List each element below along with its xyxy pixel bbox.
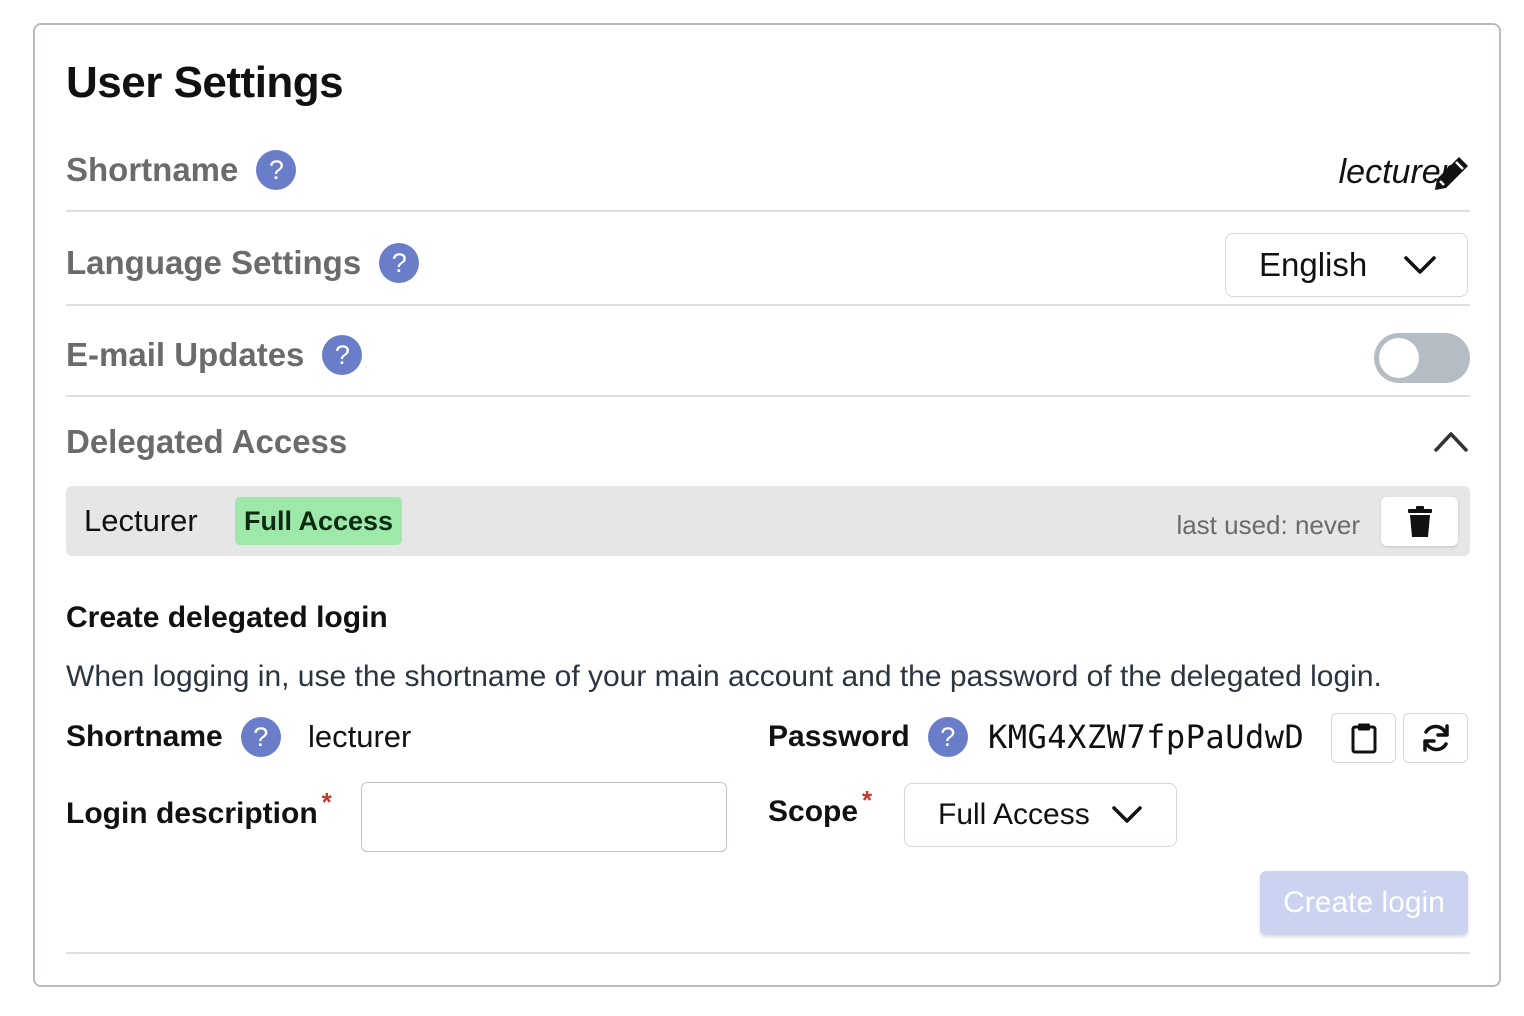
delegated-access-label: Delegated Access bbox=[66, 423, 348, 460]
shortname-label: Shortname bbox=[66, 151, 239, 188]
language-row-label: Language Settings ? bbox=[66, 243, 420, 283]
divider bbox=[66, 304, 1470, 306]
last-used-text: last used: never bbox=[1176, 510, 1360, 540]
email-updates-toggle[interactable] bbox=[1374, 333, 1470, 383]
scope-label: Scope bbox=[768, 795, 859, 828]
form-password-label: Password bbox=[768, 720, 910, 753]
shortname-row-label: Shortname ? bbox=[66, 150, 297, 190]
create-login-title: Create delegated login bbox=[66, 601, 388, 634]
language-selected-value: English bbox=[1259, 246, 1368, 283]
page-title: User Settings bbox=[66, 58, 344, 107]
trash-icon bbox=[1407, 505, 1432, 537]
language-select[interactable]: English bbox=[1225, 233, 1468, 297]
chevron-down-icon bbox=[1112, 806, 1142, 823]
clipboard-icon bbox=[1351, 723, 1376, 754]
login-description-label-group: Login description * bbox=[66, 787, 332, 831]
required-mark: * bbox=[321, 786, 332, 817]
delegated-login-name: Lecturer bbox=[84, 503, 198, 538]
login-description-input[interactable] bbox=[361, 782, 727, 852]
pencil-icon[interactable] bbox=[1432, 153, 1472, 193]
email-updates-label: E-mail Updates bbox=[66, 336, 305, 373]
divider bbox=[66, 395, 1470, 397]
language-settings-label: Language Settings bbox=[66, 244, 362, 281]
login-description-label: Login description bbox=[66, 797, 318, 830]
form-shortname-label-group: Shortname ? bbox=[66, 717, 281, 757]
generated-password: KMG4XZW7fpPaUdwD bbox=[988, 718, 1305, 756]
create-login-description: When logging in, use the shortname of yo… bbox=[66, 660, 1382, 693]
question-icon[interactable]: ? bbox=[240, 717, 281, 757]
scope-selected-value: Full Access bbox=[938, 798, 1090, 831]
refresh-icon bbox=[1422, 724, 1449, 752]
question-icon[interactable]: ? bbox=[322, 335, 363, 375]
toggle-knob bbox=[1379, 338, 1419, 378]
chevron-down-icon bbox=[1404, 256, 1436, 274]
email-updates-row-label: E-mail Updates ? bbox=[66, 335, 363, 375]
copy-password-button[interactable] bbox=[1331, 713, 1396, 763]
question-icon[interactable]: ? bbox=[927, 717, 968, 757]
create-login-button[interactable]: Create login bbox=[1260, 871, 1468, 935]
scope-label-group: Scope * bbox=[768, 785, 872, 829]
form-shortname-label: Shortname bbox=[66, 720, 223, 753]
delete-login-button[interactable] bbox=[1381, 497, 1458, 546]
delegated-login-row: Lecturer Full Access last used: never bbox=[66, 486, 1470, 556]
chevron-up-icon[interactable] bbox=[1433, 428, 1469, 454]
question-icon[interactable]: ? bbox=[379, 243, 420, 283]
regenerate-password-button[interactable] bbox=[1403, 713, 1468, 763]
divider bbox=[66, 952, 1470, 954]
divider bbox=[66, 210, 1470, 212]
question-icon[interactable]: ? bbox=[256, 150, 297, 190]
form-shortname-value: lecturer bbox=[308, 719, 412, 754]
form-password-label-group: Password ? bbox=[768, 717, 968, 757]
scope-badge: Full Access bbox=[235, 497, 403, 545]
scope-select[interactable]: Full Access bbox=[904, 783, 1177, 847]
required-mark: * bbox=[862, 784, 873, 815]
